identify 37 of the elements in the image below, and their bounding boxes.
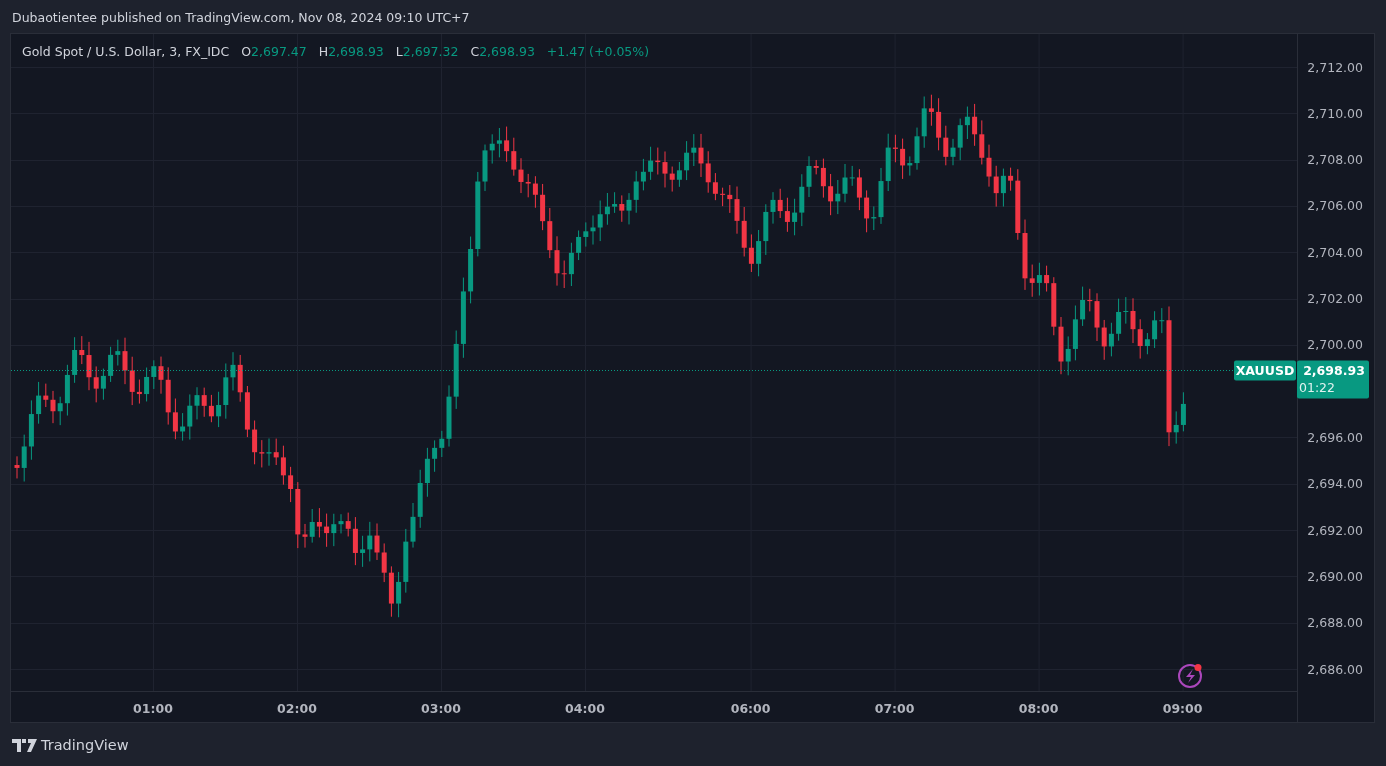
symbol-tag: XAUUSD bbox=[1234, 360, 1296, 381]
logo-icon[interactable] bbox=[12, 739, 37, 753]
price-label: 2,692.00 bbox=[1307, 522, 1363, 538]
lightning-icon[interactable] bbox=[1178, 664, 1202, 688]
time-label: 02:00 bbox=[277, 701, 317, 716]
time-label: 01:00 bbox=[133, 701, 173, 716]
ohlc-key: H bbox=[318, 44, 329, 59]
price-label: 2,702.00 bbox=[1307, 291, 1363, 307]
price-label: 2,688.00 bbox=[1307, 615, 1363, 631]
time-label: 08:00 bbox=[1018, 701, 1059, 716]
price-change: +1.47 (+0.05%) bbox=[546, 43, 650, 61]
price-label: 2,712.00 bbox=[1307, 59, 1363, 75]
ohlc-key: C bbox=[470, 44, 480, 59]
ohlc-value: 2,697.47 bbox=[251, 44, 307, 59]
publish-info: Dubaotientee published on TradingView.com, Nov 08, 2024 09:10 UTC+7 bbox=[12, 10, 470, 25]
ohlc-value: 2,698.93 bbox=[328, 44, 384, 59]
time-label: 04:00 bbox=[565, 701, 605, 716]
price-badge: 2,698.93 01:22 bbox=[1297, 360, 1369, 399]
time-label: 09:00 bbox=[1162, 701, 1203, 716]
price-label: 2,700.00 bbox=[1307, 337, 1363, 353]
time-label: 06:00 bbox=[730, 701, 771, 716]
logo-text[interactable]: TradingView bbox=[41, 735, 129, 757]
price-label: 2,690.00 bbox=[1307, 568, 1363, 584]
price-label: 2,686.00 bbox=[1307, 661, 1363, 677]
price-label: 2,706.00 bbox=[1307, 198, 1363, 214]
price-label: 2,694.00 bbox=[1307, 476, 1363, 492]
price-label: 2,710.00 bbox=[1307, 105, 1363, 121]
symbol-title: Gold Spot / U.S. Dollar, 3, FX_IDC bbox=[22, 43, 230, 61]
price-label: 2,708.00 bbox=[1307, 152, 1363, 168]
time-label: 03:00 bbox=[421, 701, 461, 716]
price-label: 2,704.00 bbox=[1307, 244, 1363, 260]
ohlc-key: O bbox=[241, 44, 252, 59]
ohlc-key: L bbox=[395, 44, 403, 59]
ohlc-value: 2,698.93 bbox=[479, 44, 535, 59]
price-label: 2,696.00 bbox=[1307, 429, 1363, 445]
ohlc-value: 2,697.32 bbox=[402, 44, 459, 59]
time-label: 07:00 bbox=[874, 701, 915, 716]
